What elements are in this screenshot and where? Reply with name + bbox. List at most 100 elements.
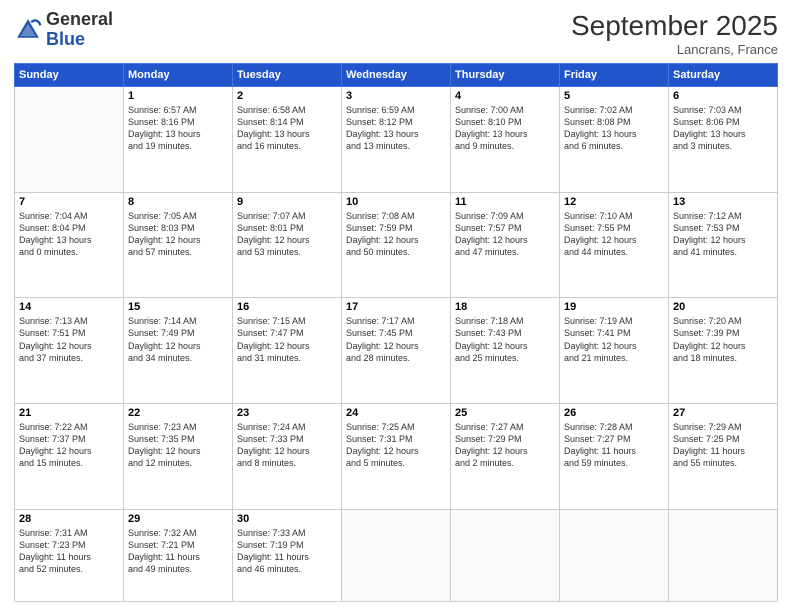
day-number: 17 bbox=[346, 301, 446, 313]
day-info: Sunrise: 7:14 AMSunset: 7:49 PMDaylight:… bbox=[128, 315, 228, 364]
calendar-cell: 14 Sunrise: 7:13 AMSunset: 7:51 PMDayligh… bbox=[15, 298, 124, 404]
day-info: Sunrise: 7:07 AMSunset: 8:01 PMDaylight:… bbox=[237, 210, 337, 259]
month-title: September 2025 bbox=[571, 10, 778, 42]
day-number: 28 bbox=[19, 513, 119, 525]
day-info: Sunrise: 7:09 AMSunset: 7:57 PMDaylight:… bbox=[455, 210, 555, 259]
day-info: Sunrise: 7:20 AMSunset: 7:39 PMDaylight:… bbox=[673, 315, 773, 364]
day-number: 8 bbox=[128, 196, 228, 208]
logo: General Blue bbox=[14, 10, 113, 50]
calendar-cell: 12 Sunrise: 7:10 AMSunset: 7:55 PMDayligh… bbox=[560, 192, 669, 298]
calendar-cell bbox=[560, 509, 669, 601]
calendar-cell: 25Sunrise: 7:27 AMSunset: 7:29 PMDayligh… bbox=[451, 403, 560, 509]
day-number: 24 bbox=[346, 407, 446, 419]
day-info: Sunrise: 7:25 AMSunset: 7:31 PMDaylight:… bbox=[346, 421, 446, 470]
day-number: 22 bbox=[128, 407, 228, 419]
column-header-wednesday: Wednesday bbox=[342, 64, 451, 87]
day-number: 23 bbox=[237, 407, 337, 419]
day-info: Sunrise: 6:59 AMSunset: 8:12 PMDaylight:… bbox=[346, 104, 446, 153]
calendar-cell bbox=[451, 509, 560, 601]
header: General Blue September 2025 Lancrans, Fr… bbox=[14, 10, 778, 57]
calendar-cell: 28 Sunrise: 7:31 AMSunset: 7:23 PMDayligh… bbox=[15, 509, 124, 601]
day-info: Sunrise: 7:31 AMSunset: 7:23 PMDaylight:… bbox=[19, 527, 119, 576]
calendar-cell: 8 Sunrise: 7:05 AMSunset: 8:03 PMDaylight… bbox=[124, 192, 233, 298]
calendar-cell: 11 Sunrise: 7:09 AMSunset: 7:57 PMDayligh… bbox=[451, 192, 560, 298]
day-number: 2 bbox=[237, 90, 337, 102]
day-number: 19 bbox=[564, 301, 664, 313]
day-number: 5 bbox=[564, 90, 664, 102]
calendar-cell: 13Sunrise: 7:12 AMSunset: 7:53 PMDayligh… bbox=[669, 192, 778, 298]
day-number: 10 bbox=[346, 196, 446, 208]
calendar-cell: 3Sunrise: 6:59 AMSunset: 8:12 PMDaylight… bbox=[342, 87, 451, 193]
day-info: Sunrise: 7:15 AMSunset: 7:47 PMDaylight:… bbox=[237, 315, 337, 364]
calendar-cell: 20 Sunrise: 7:20 AMSunset: 7:39 PMDayligh… bbox=[669, 298, 778, 404]
calendar-cell: 24 Sunrise: 7:25 AMSunset: 7:31 PMDayligh… bbox=[342, 403, 451, 509]
day-number: 27 bbox=[673, 407, 773, 419]
calendar-cell: 4 Sunrise: 7:00 AMSunset: 8:10 PMDaylight… bbox=[451, 87, 560, 193]
day-info: Sunrise: 7:10 AMSunset: 7:55 PMDaylight:… bbox=[564, 210, 664, 259]
calendar-cell: 18 Sunrise: 7:18 AMSunset: 7:43 PMDayligh… bbox=[451, 298, 560, 404]
day-number: 9 bbox=[237, 196, 337, 208]
column-header-tuesday: Tuesday bbox=[233, 64, 342, 87]
day-info: Sunrise: 7:12 AMSunset: 7:53 PMDaylight:… bbox=[673, 210, 773, 259]
day-number: 20 bbox=[673, 301, 773, 313]
day-info: Sunrise: 7:08 AMSunset: 7:59 PMDaylight:… bbox=[346, 210, 446, 259]
calendar-cell: 2 Sunrise: 6:58 AMSunset: 8:14 PMDaylight… bbox=[233, 87, 342, 193]
calendar-cell: 7Sunrise: 7:04 AMSunset: 8:04 PMDaylight… bbox=[15, 192, 124, 298]
calendar-cell: 5 Sunrise: 7:02 AMSunset: 8:08 PMDaylight… bbox=[560, 87, 669, 193]
calendar-cell: 22 Sunrise: 7:23 AMSunset: 7:35 PMDayligh… bbox=[124, 403, 233, 509]
calendar-table: SundayMondayTuesdayWednesdayThursdayFrid… bbox=[14, 63, 778, 602]
calendar-cell: 27 Sunrise: 7:29 AMSunset: 7:25 PMDayligh… bbox=[669, 403, 778, 509]
day-info: Sunrise: 7:00 AMSunset: 8:10 PMDaylight:… bbox=[455, 104, 555, 153]
day-number: 18 bbox=[455, 301, 555, 313]
day-info: Sunrise: 7:02 AMSunset: 8:08 PMDaylight:… bbox=[564, 104, 664, 153]
column-header-thursday: Thursday bbox=[451, 64, 560, 87]
day-number: 16 bbox=[237, 301, 337, 313]
day-number: 26 bbox=[564, 407, 664, 419]
day-number: 14 bbox=[19, 301, 119, 313]
day-number: 21 bbox=[19, 407, 119, 419]
day-info: Sunrise: 7:24 AMSunset: 7:33 PMDaylight:… bbox=[237, 421, 337, 470]
day-info: Sunrise: 7:05 AMSunset: 8:03 PMDaylight:… bbox=[128, 210, 228, 259]
calendar-cell: 16 Sunrise: 7:15 AMSunset: 7:47 PMDayligh… bbox=[233, 298, 342, 404]
title-block: September 2025 Lancrans, France bbox=[571, 10, 778, 57]
day-number: 11 bbox=[455, 196, 555, 208]
calendar-cell: 6Sunrise: 7:03 AMSunset: 8:06 PMDaylight… bbox=[669, 87, 778, 193]
day-info: Sunrise: 7:23 AMSunset: 7:35 PMDaylight:… bbox=[128, 421, 228, 470]
calendar-cell: 10 Sunrise: 7:08 AMSunset: 7:59 PMDayligh… bbox=[342, 192, 451, 298]
column-header-friday: Friday bbox=[560, 64, 669, 87]
location: Lancrans, France bbox=[571, 42, 778, 57]
day-number: 12 bbox=[564, 196, 664, 208]
day-info: Sunrise: 6:57 AMSunset: 8:16 PMDaylight:… bbox=[128, 104, 228, 153]
day-header-row: SundayMondayTuesdayWednesdayThursdayFrid… bbox=[15, 64, 778, 87]
column-header-saturday: Saturday bbox=[669, 64, 778, 87]
calendar-cell: 23 Sunrise: 7:24 AMSunset: 7:33 PMDayligh… bbox=[233, 403, 342, 509]
calendar-cell: 29Sunrise: 7:32 AMSunset: 7:21 PMDayligh… bbox=[124, 509, 233, 601]
day-number: 15 bbox=[128, 301, 228, 313]
calendar-cell: 19Sunrise: 7:19 AMSunset: 7:41 PMDayligh… bbox=[560, 298, 669, 404]
day-info: Sunrise: 7:22 AMSunset: 7:37 PMDaylight:… bbox=[19, 421, 119, 470]
day-info: Sunrise: 7:04 AMSunset: 8:04 PMDaylight:… bbox=[19, 210, 119, 259]
logo-text: General Blue bbox=[46, 10, 113, 50]
calendar-cell: 9 Sunrise: 7:07 AMSunset: 8:01 PMDaylight… bbox=[233, 192, 342, 298]
day-number: 4 bbox=[455, 90, 555, 102]
day-info: Sunrise: 7:13 AMSunset: 7:51 PMDaylight:… bbox=[19, 315, 119, 364]
calendar-cell: 30 Sunrise: 7:33 AMSunset: 7:19 PMDayligh… bbox=[233, 509, 342, 601]
day-info: Sunrise: 7:27 AMSunset: 7:29 PMDaylight:… bbox=[455, 421, 555, 470]
day-number: 30 bbox=[237, 513, 337, 525]
day-info: Sunrise: 7:18 AMSunset: 7:43 PMDaylight:… bbox=[455, 315, 555, 364]
day-info: Sunrise: 7:28 AMSunset: 7:27 PMDaylight:… bbox=[564, 421, 664, 470]
day-info: Sunrise: 7:17 AMSunset: 7:45 PMDaylight:… bbox=[346, 315, 446, 364]
calendar-cell: 1 Sunrise: 6:57 AMSunset: 8:16 PMDaylight… bbox=[124, 87, 233, 193]
day-info: Sunrise: 7:29 AMSunset: 7:25 PMDaylight:… bbox=[673, 421, 773, 470]
calendar-cell: 15 Sunrise: 7:14 AMSunset: 7:49 PMDayligh… bbox=[124, 298, 233, 404]
day-number: 1 bbox=[128, 90, 228, 102]
page: General Blue September 2025 Lancrans, Fr… bbox=[0, 0, 792, 612]
column-header-sunday: Sunday bbox=[15, 64, 124, 87]
calendar-cell bbox=[15, 87, 124, 193]
calendar-cell: 17 Sunrise: 7:17 AMSunset: 7:45 PMDayligh… bbox=[342, 298, 451, 404]
calendar-cell: 26 Sunrise: 7:28 AMSunset: 7:27 PMDayligh… bbox=[560, 403, 669, 509]
day-info: Sunrise: 7:33 AMSunset: 7:19 PMDaylight:… bbox=[237, 527, 337, 576]
day-info: Sunrise: 7:32 AMSunset: 7:21 PMDaylight:… bbox=[128, 527, 228, 576]
column-header-monday: Monday bbox=[124, 64, 233, 87]
day-info: Sunrise: 6:58 AMSunset: 8:14 PMDaylight:… bbox=[237, 104, 337, 153]
